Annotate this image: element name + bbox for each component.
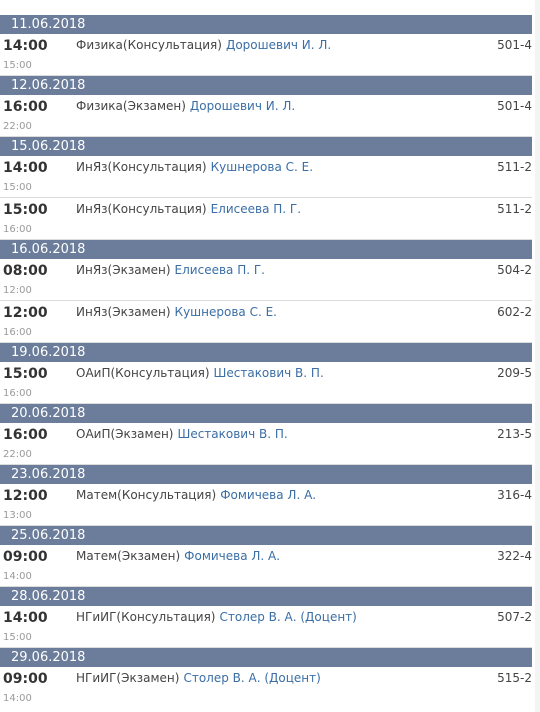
subject: ОАиП(Экзамен) Шестакович В. П. [76, 427, 288, 441]
date-header: 11.06.2018 [0, 15, 532, 34]
start-time: 16:00 [3, 99, 48, 115]
subject-name: ИнЯз(Экзамен) [76, 263, 171, 277]
date-header: 23.06.2018 [0, 465, 532, 484]
subject-name: ОАиП(Экзамен) [76, 427, 174, 441]
end-time: 15:00 [3, 60, 32, 71]
subject: НГиИГ(Экзамен) Столер В. А. (Доцент) [76, 671, 321, 685]
subject-name: НГиИГ(Консультация) [76, 610, 216, 624]
subject: НГиИГ(Консультация) Столер В. А. (Доцент) [76, 610, 357, 624]
room-number: 511-2 [497, 160, 532, 174]
teacher-link[interactable]: Дорошевич И. Л. [190, 99, 295, 113]
subject-name: ОАиП(Консультация) [76, 366, 210, 380]
room-number: 209-5 [497, 366, 532, 380]
date-header: 25.06.2018 [0, 526, 532, 545]
room-number: 501-4 [497, 38, 532, 52]
start-time: 15:00 [3, 366, 48, 382]
lesson-row: 15:00 16:00 ОАиП(Консультация) Шестакович В… [0, 362, 532, 404]
subject-name: ИнЯз(Экзамен) [76, 305, 171, 319]
start-time: 14:00 [3, 160, 48, 176]
end-time: 16:00 [3, 327, 32, 338]
start-time: 09:00 [3, 549, 48, 565]
subject: ИнЯз(Консультация) Елисеева П. Г. [76, 202, 301, 216]
lesson-row: 16:00 22:00 ОАиП(Экзамен) Шестакович В. П. 2… [0, 423, 532, 465]
end-time: 22:00 [3, 121, 32, 132]
start-time: 14:00 [3, 38, 48, 54]
start-time: 12:00 [3, 305, 48, 321]
end-time: 15:00 [3, 632, 32, 643]
date-header: 29.06.2018 [0, 648, 532, 667]
end-time: 12:00 [3, 285, 32, 296]
lesson-row: 09:00 14:00 Матем(Экзамен) Фомичева Л. А. 32… [0, 545, 532, 587]
teacher-link[interactable]: Дорошевич И. Л. [226, 38, 331, 52]
room-number: 602-2 [497, 305, 532, 319]
date-header: 12.06.2018 [0, 76, 532, 95]
room-number: 213-5 [497, 427, 532, 441]
end-time: 14:00 [3, 571, 32, 582]
start-time: 12:00 [3, 488, 48, 504]
room-number: 501-4 [497, 99, 532, 113]
subject: Матем(Консультация) Фомичева Л. А. [76, 488, 316, 502]
lesson-row: 15:00 16:00 ИнЯз(Консультация) Елисеева П. … [0, 198, 532, 240]
subject: ИнЯз(Экзамен) Елисеева П. Г. [76, 263, 265, 277]
subject-name: Матем(Экзамен) [76, 549, 181, 563]
room-number: 504-2 [497, 263, 532, 277]
end-time: 14:00 [3, 693, 32, 704]
start-time: 09:00 [3, 671, 48, 687]
room-number: 322-4 [497, 549, 532, 563]
lesson-row: 16:00 22:00 Физика(Экзамен) Дорошевич И. Л.… [0, 95, 532, 137]
start-time: 14:00 [3, 610, 48, 626]
subject-name: НГиИГ(Экзамен) [76, 671, 180, 685]
teacher-link[interactable]: Елисеева П. Г. [175, 263, 265, 277]
lesson-row: 14:00 15:00 ИнЯз(Консультация) Кушнерова С.… [0, 156, 532, 198]
teacher-link[interactable]: Шестакович В. П. [177, 427, 287, 441]
subject: ОАиП(Консультация) Шестакович В. П. [76, 366, 324, 380]
room-number: 316-4 [497, 488, 532, 502]
lesson-row: 12:00 16:00 ИнЯз(Экзамен) Кушнерова С. Е. 60… [0, 301, 532, 343]
date-header: 15.06.2018 [0, 137, 532, 156]
date-header: 16.06.2018 [0, 240, 532, 259]
room-number: 511-2 [497, 202, 532, 216]
subject: ИнЯз(Экзамен) Кушнерова С. Е. [76, 305, 277, 319]
end-time: 13:00 [3, 510, 32, 521]
exam-schedule-list: 11.06.2018 14:00 15:00 Физика(Консультация)… [0, 0, 532, 709]
end-time: 16:00 [3, 224, 32, 235]
lesson-row: 12:00 13:00 Матем(Консультация) Фомичева Л.… [0, 484, 532, 526]
lesson-row: 14:00 15:00 НГиИГ(Консультация) Столер В. А… [0, 606, 532, 648]
lesson-row: 14:00 15:00 Физика(Консультация) Дорошевич … [0, 34, 532, 76]
subject: Физика(Экзамен) Дорошевич И. Л. [76, 99, 295, 113]
date-header: 19.06.2018 [0, 343, 532, 362]
teacher-link[interactable]: Столер В. А. (Доцент) [183, 671, 320, 685]
lesson-row: 09:00 14:00 НГиИГ(Экзамен) Столер В. А. (До… [0, 667, 532, 709]
lesson-row: 08:00 12:00 ИнЯз(Экзамен) Елисеева П. Г. 504… [0, 259, 532, 301]
teacher-link[interactable]: Фомичева Л. А. [184, 549, 280, 563]
subject-name: Физика(Экзамен) [76, 99, 186, 113]
teacher-link[interactable]: Фомичева Л. А. [220, 488, 316, 502]
subject-name: Физика(Консультация) [76, 38, 222, 52]
teacher-link[interactable]: Шестакович В. П. [214, 366, 324, 380]
subject: Матем(Экзамен) Фомичева Л. А. [76, 549, 280, 563]
room-number: 507-2 [497, 610, 532, 624]
end-time: 16:00 [3, 388, 32, 399]
teacher-link[interactable]: Столер В. А. (Доцент) [219, 610, 356, 624]
room-number: 515-2 [497, 671, 532, 685]
teacher-link[interactable]: Кушнерова С. Е. [211, 160, 313, 174]
start-time: 08:00 [3, 263, 48, 279]
start-time: 15:00 [3, 202, 48, 218]
subject: ИнЯз(Консультация) Кушнерова С. Е. [76, 160, 313, 174]
teacher-link[interactable]: Кушнерова С. Е. [175, 305, 277, 319]
subject: Физика(Консультация) Дорошевич И. Л. [76, 38, 331, 52]
end-time: 22:00 [3, 449, 32, 460]
teacher-link[interactable]: Елисеева П. Г. [211, 202, 301, 216]
end-time: 15:00 [3, 182, 32, 193]
subject-name: Матем(Консультация) [76, 488, 217, 502]
date-header: 20.06.2018 [0, 404, 532, 423]
scrollbar[interactable] [535, 0, 540, 712]
date-header: 28.06.2018 [0, 587, 532, 606]
start-time: 16:00 [3, 427, 48, 443]
subject-name: ИнЯз(Консультация) [76, 202, 207, 216]
subject-name: ИнЯз(Консультация) [76, 160, 207, 174]
